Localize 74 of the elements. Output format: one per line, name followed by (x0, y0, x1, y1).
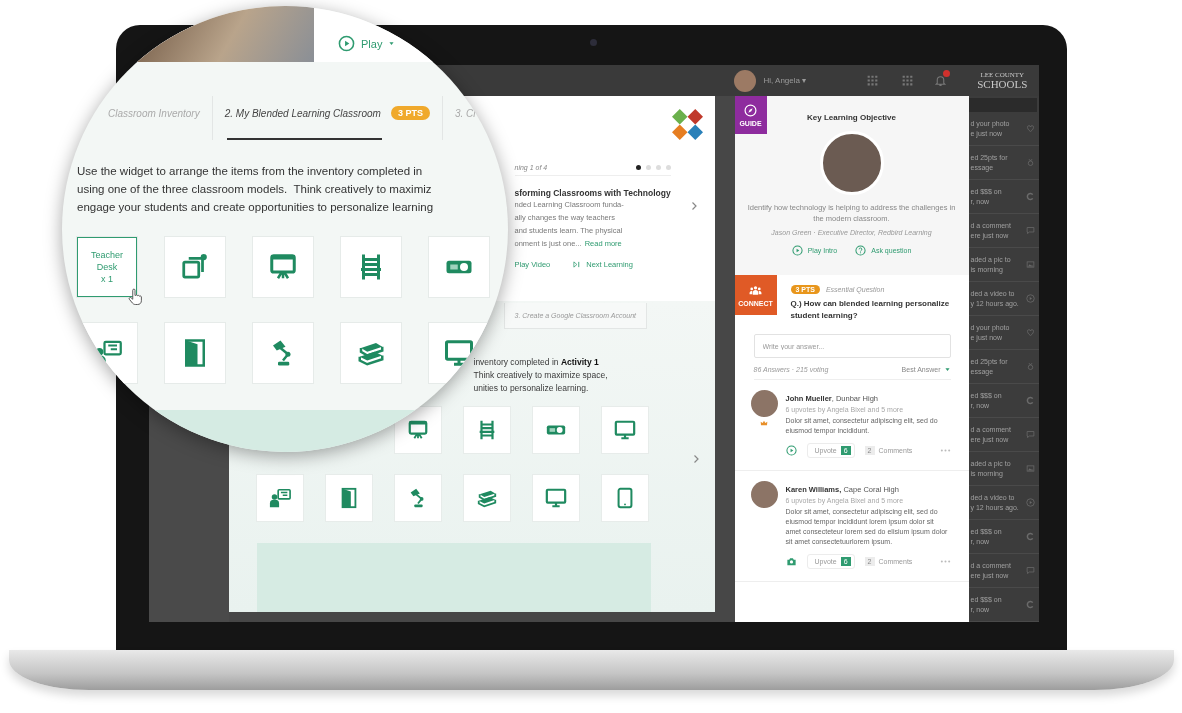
inventory-tile[interactable] (601, 475, 648, 521)
camera-icon[interactable] (785, 556, 797, 567)
play-icon (1025, 498, 1035, 507)
easel-icon (406, 419, 429, 441)
points-badge: 3 PTS (390, 106, 430, 120)
webcam-dot (590, 39, 597, 46)
easel-icon (268, 252, 298, 282)
inventory-tile[interactable] (463, 407, 510, 453)
coin-icon (1025, 192, 1035, 201)
monitor-icon (613, 419, 636, 441)
play-icon (791, 245, 803, 256)
medal-icon (1025, 158, 1035, 167)
inventory-tile[interactable] (256, 475, 303, 521)
medal-icon (1025, 362, 1035, 371)
inventory-tile[interactable] (341, 323, 401, 383)
instruction-text: Think creatively to maximize space, (473, 369, 609, 382)
comment-icon (1025, 430, 1035, 439)
inventory-tile[interactable] (253, 237, 313, 297)
avatar (750, 481, 778, 508)
monitor-icon (544, 487, 567, 509)
compass-icon (744, 103, 757, 117)
caret-down-icon (388, 40, 396, 47)
inventory-tile[interactable] (429, 237, 489, 297)
bell-icon[interactable] (934, 74, 948, 87)
user-menu[interactable]: Hi, Angela ▾ (763, 76, 807, 85)
inventory-tile[interactable] (532, 407, 579, 453)
inventory-tile[interactable] (601, 407, 648, 453)
page-dot[interactable] (665, 165, 671, 170)
comment-icon (1025, 226, 1035, 235)
lesson-title: sforming Classrooms with Technology (514, 188, 671, 198)
inventory-tile[interactable] (165, 323, 225, 383)
inventory-tile[interactable] (165, 237, 225, 297)
inventory-tile[interactable] (394, 475, 441, 521)
objective-title: Key Learning Objective (807, 113, 896, 122)
inventory-tile[interactable] (341, 237, 401, 297)
question-text: Q.) How can blended learning personalize student learning? (790, 298, 951, 322)
coin-icon (1025, 396, 1035, 405)
inventory-tile[interactable] (325, 475, 372, 521)
people-icon (749, 283, 762, 297)
inventory-tile[interactable] (532, 475, 579, 521)
avatar (750, 390, 778, 417)
question-icon (855, 245, 867, 256)
play-icon[interactable] (785, 445, 797, 456)
avatar[interactable] (733, 69, 756, 92)
play-icon (1025, 294, 1035, 303)
grid-icon[interactable] (901, 74, 915, 87)
instruction-text: Use the widget to arrange the items from the inventory completed in using one of the three classroom models. Think creatively to maximiz engage your students and create opportunities to personalize learning (77, 164, 434, 215)
heart-icon (1025, 124, 1035, 133)
activity-tab[interactable]: 2. My Blended Learning Classroom 3 PTS (212, 96, 443, 140)
caret-down-icon (943, 366, 951, 373)
feed-header (968, 98, 1037, 112)
play-icon (338, 35, 355, 52)
heart-icon (1025, 328, 1035, 337)
monitor-icon (444, 338, 474, 368)
inventory-tile[interactable] (394, 407, 441, 453)
instruction-text: inventory completed in Activity 1 (473, 356, 600, 369)
grid-icon[interactable] (866, 74, 880, 87)
skip-next-icon (572, 260, 582, 269)
diamond-logo (670, 108, 704, 141)
presenter-icon (268, 487, 291, 509)
logo-text: SCHOOLS (977, 78, 1028, 90)
instruction-text: unities to personalize learning. (473, 382, 590, 395)
page-dot[interactable] (645, 165, 651, 170)
coin-icon (1025, 532, 1035, 541)
inventory-tile[interactable] (253, 323, 313, 383)
page-dot[interactable] (635, 165, 641, 170)
image-icon (1025, 260, 1035, 269)
comment-icon (1025, 566, 1035, 575)
image-icon (1025, 464, 1035, 473)
page-dot[interactable] (655, 165, 661, 170)
hand-cursor-icon (126, 288, 144, 306)
play-link[interactable]: Play (338, 35, 396, 52)
coin-icon (1025, 600, 1035, 609)
inventory-tile[interactable] (463, 475, 510, 521)
